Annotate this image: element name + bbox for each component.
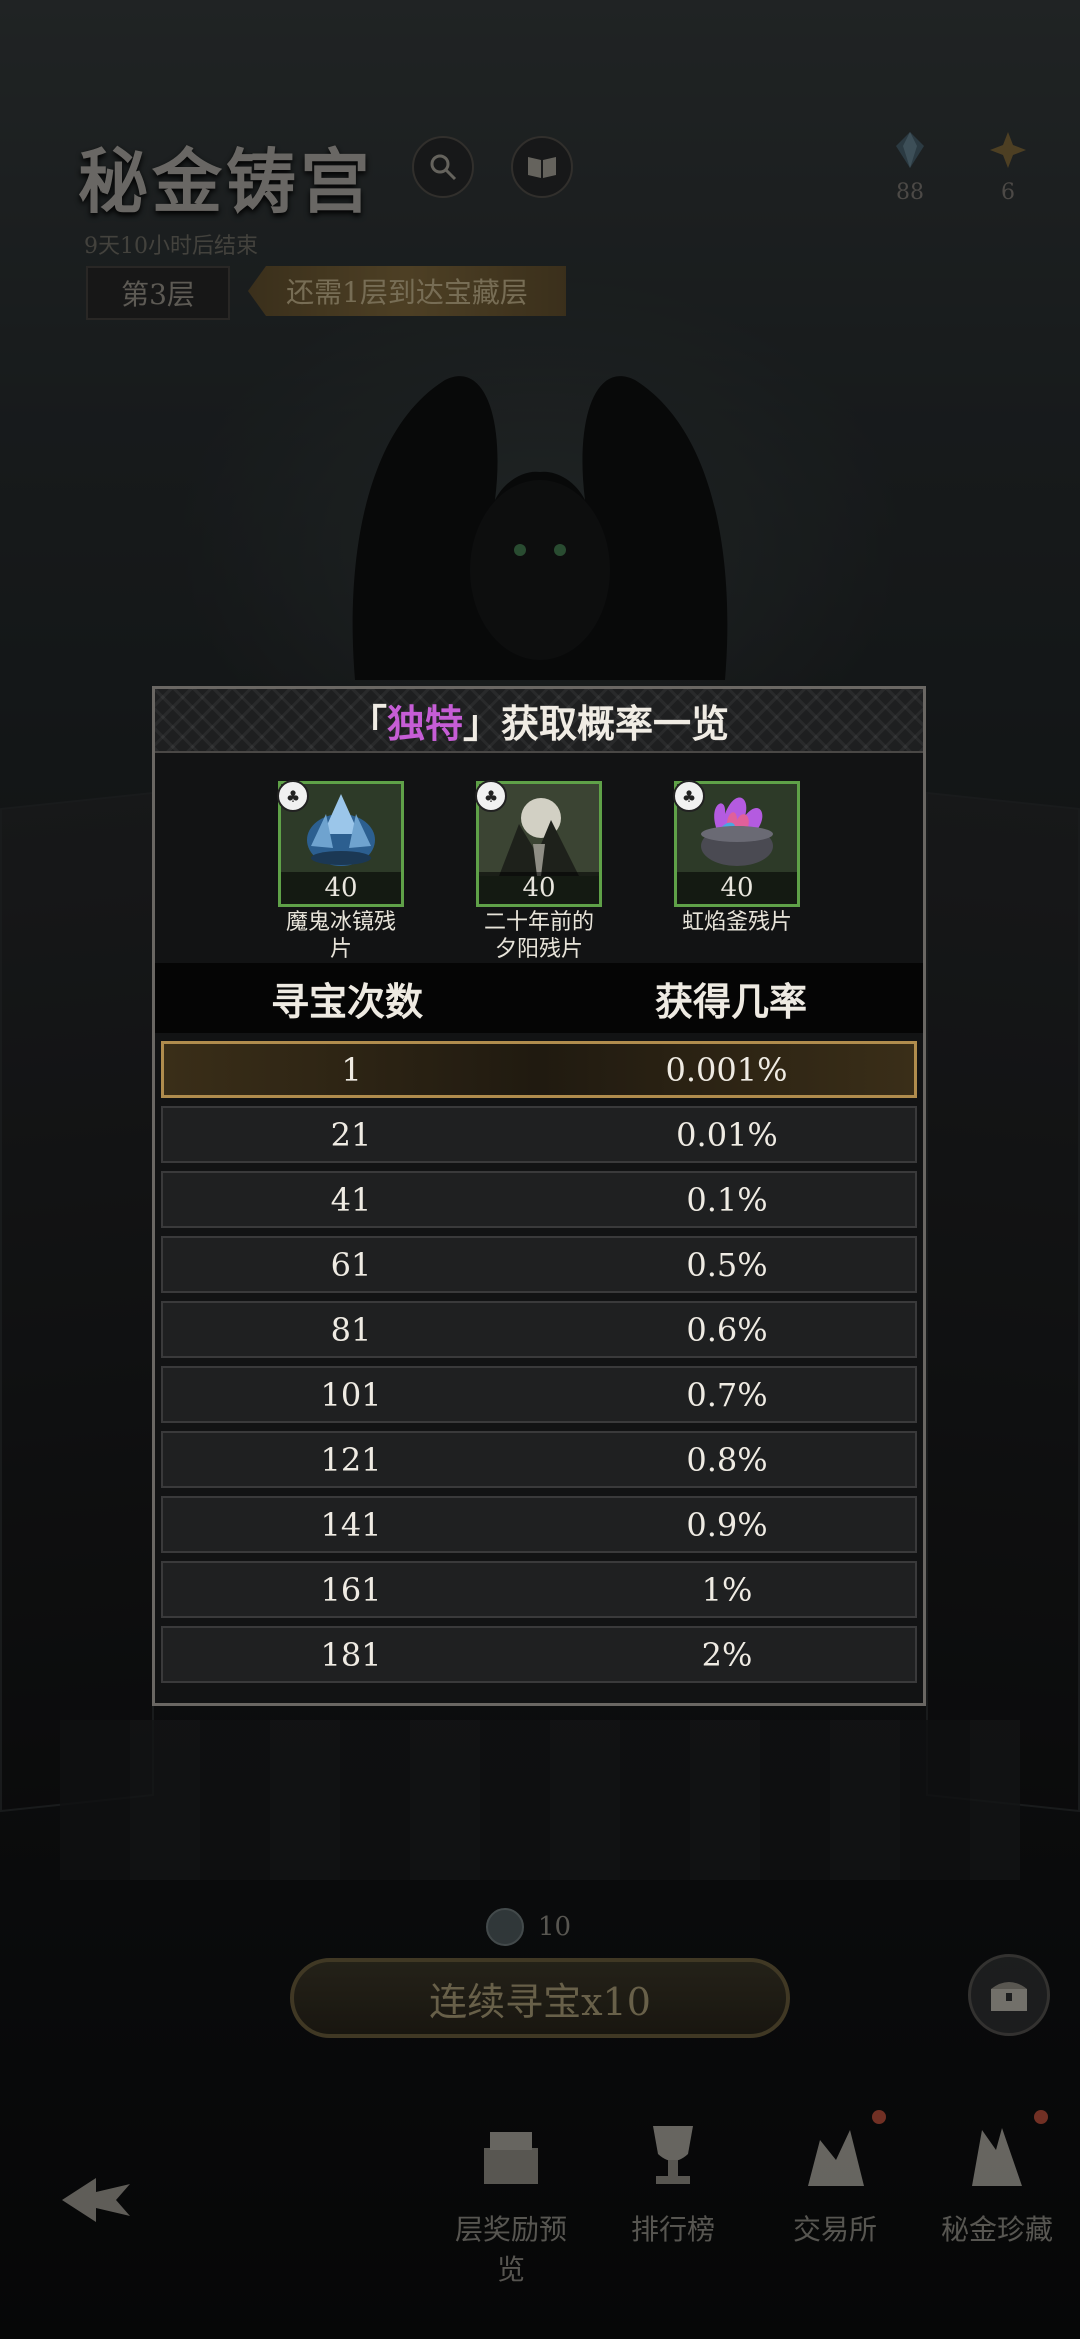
reward-chest-icon <box>484 2132 538 2184</box>
cost-value: 10 <box>538 1912 572 1942</box>
dialog-title-open-bracket: 「 <box>348 700 387 746</box>
treasure-icon <box>972 2128 1022 2186</box>
cell-attempts: 181 <box>320 1635 382 1674</box>
cell-attempts: 1 <box>341 1050 362 1089</box>
bind-badge-icon: ♣ <box>475 780 507 812</box>
nav-label: 交易所 <box>792 2213 877 2246</box>
dialog-title-close-bracket: 」 <box>463 700 502 746</box>
draw-x10-button[interactable]: 连续寻宝x10 <box>290 1958 790 2038</box>
cell-attempts: 61 <box>330 1245 372 1284</box>
probability-table: 1 0.001% 21 0.01% 41 0.1% 61 0.5% 81 0.6… <box>155 1033 923 1683</box>
cell-attempts: 41 <box>330 1180 372 1219</box>
item-name: 二十年前的夕阳残片 <box>483 910 594 962</box>
dialog-title: 「独特」获取概率一览 <box>155 689 923 753</box>
nav-exchange[interactable]: 交易所 <box>770 2110 900 2248</box>
table-row: 81 0.6% <box>161 1301 917 1358</box>
item-frame: ♣ 40 <box>673 780 800 907</box>
dialog-title-highlight: 独特 <box>386 700 463 746</box>
cell-chance: 0.1% <box>686 1180 768 1219</box>
nav-leaderboard[interactable]: 排行榜 <box>608 2110 738 2248</box>
cell-attempts: 101 <box>320 1375 382 1414</box>
column-header-attempts: 寻宝次数 <box>270 978 423 1024</box>
nav-label: 秘金珍藏 <box>940 2213 1053 2246</box>
cell-chance: 0.7% <box>686 1375 768 1414</box>
bind-badge-icon: ♣ <box>277 780 309 812</box>
table-row: 141 0.9% <box>161 1496 917 1553</box>
cell-chance: 1% <box>701 1570 753 1609</box>
notification-dot <box>1034 2110 1048 2124</box>
item-name: 魔鬼冰镜残片 <box>285 910 396 962</box>
cell-chance: 0.01% <box>676 1115 778 1154</box>
notification-dot <box>872 2110 886 2124</box>
item-frame: ♣ 40 <box>277 780 404 907</box>
cell-chance: 0.5% <box>686 1245 768 1284</box>
cell-attempts: 81 <box>330 1310 372 1349</box>
exchange-icon <box>808 2130 864 2186</box>
table-row-current: 1 0.001% <box>161 1041 917 1098</box>
coin-icon <box>486 1908 524 1946</box>
back-arrow-icon[interactable] <box>56 2160 136 2240</box>
reward-item[interactable]: ♣ 40 二十年前的夕阳残片 <box>474 780 604 963</box>
cell-attempts: 21 <box>330 1115 372 1154</box>
cell-chance: 0.8% <box>686 1440 768 1479</box>
table-row: 121 0.8% <box>161 1431 917 1488</box>
table-row: 161 1% <box>161 1561 917 1618</box>
cell-attempts: 161 <box>320 1570 382 1609</box>
table-row: 181 2% <box>161 1626 917 1683</box>
cell-chance: 2% <box>701 1635 753 1674</box>
trophy-icon <box>653 2126 693 2184</box>
cell-chance: 0.6% <box>686 1310 768 1349</box>
nav-treasure-collection[interactable]: 秘金珍藏 <box>932 2110 1062 2248</box>
reward-items: ♣ 40 魔鬼冰镜残片 ♣ 40 二十年前的夕阳残片 ♣ 40 虹焰釜残片 <box>155 753 923 963</box>
probability-dialog: 「独特」获取概率一览 ♣ 40 魔鬼冰镜残片 ♣ 40 二十年前的夕阳残片 ♣ … <box>152 686 926 1706</box>
draw-cost: 10 <box>486 1908 571 1946</box>
cell-attempts: 141 <box>320 1505 382 1544</box>
item-frame: ♣ 40 <box>475 780 602 907</box>
table-row: 101 0.7% <box>161 1366 917 1423</box>
nav-floor-rewards[interactable]: 层奖励预览 <box>446 2110 576 2288</box>
item-name: 虹焰釜残片 <box>681 910 792 935</box>
table-row: 61 0.5% <box>161 1236 917 1293</box>
cell-attempts: 121 <box>320 1440 382 1479</box>
table-header: 寻宝次数 获得几率 <box>155 963 923 1033</box>
table-row: 41 0.1% <box>161 1171 917 1228</box>
column-header-chance: 获得几率 <box>654 978 807 1024</box>
nav-label: 排行榜 <box>630 2213 715 2246</box>
table-row: 21 0.01% <box>161 1106 917 1163</box>
nav-label: 层奖励预览 <box>454 2213 567 2286</box>
reward-item[interactable]: ♣ 40 魔鬼冰镜残片 <box>276 780 406 963</box>
item-count: 40 <box>281 872 401 904</box>
item-count: 40 <box>479 872 599 904</box>
item-count: 40 <box>677 872 797 904</box>
reward-item[interactable]: ♣ 40 虹焰釜残片 <box>672 780 802 963</box>
cell-chance: 0.001% <box>665 1050 788 1089</box>
chest-icon <box>991 1982 1027 2011</box>
bind-badge-icon: ♣ <box>673 780 705 812</box>
cell-chance: 0.9% <box>686 1505 768 1544</box>
shop-button[interactable] <box>968 1954 1050 2036</box>
dialog-title-text: 获取概率一览 <box>501 700 730 746</box>
